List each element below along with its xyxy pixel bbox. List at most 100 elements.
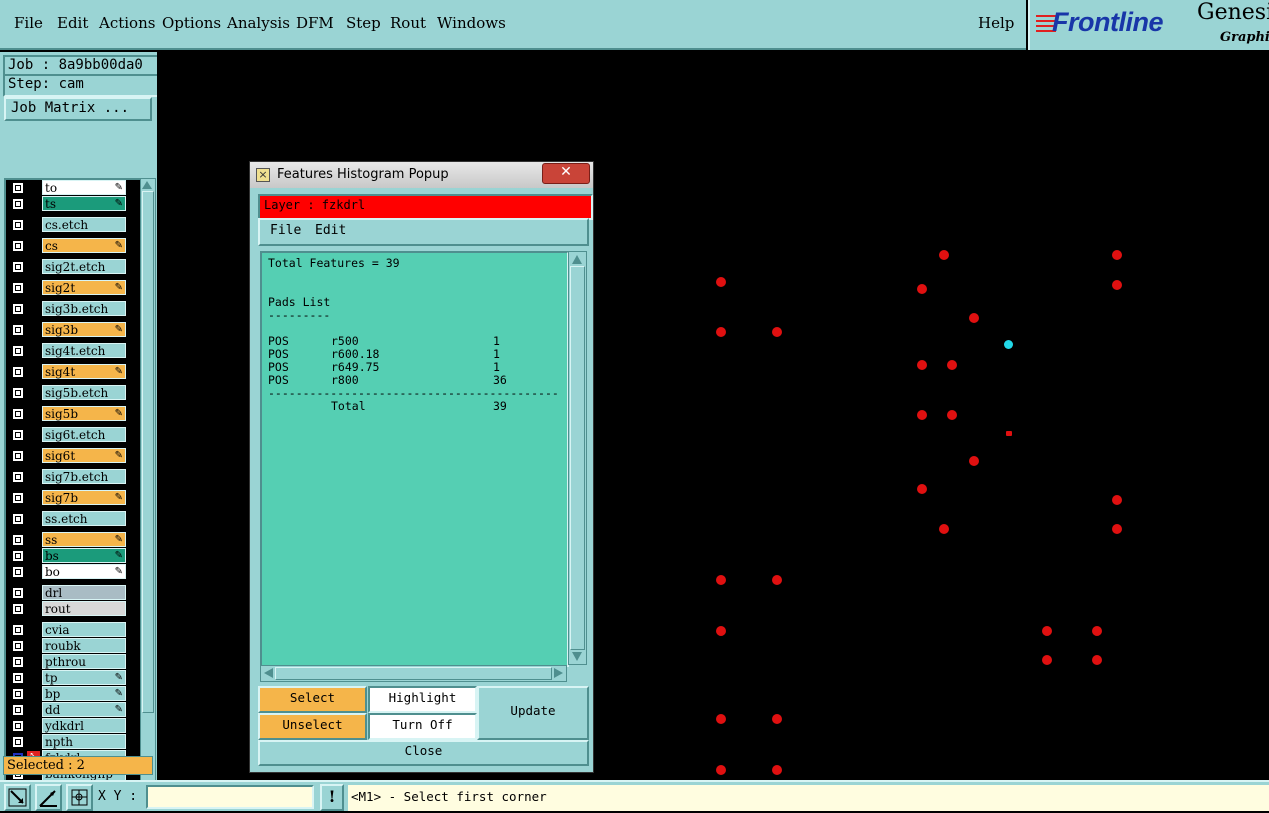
layer-checkbox[interactable] bbox=[12, 387, 24, 399]
layer-checkbox[interactable] bbox=[12, 366, 24, 378]
zoom-window-icon[interactable] bbox=[4, 784, 31, 811]
layer-name[interactable]: sig6t ✎ bbox=[42, 448, 126, 463]
layer-name[interactable]: pthrou bbox=[42, 654, 126, 669]
layer-checkbox[interactable] bbox=[12, 603, 24, 615]
layer-row[interactable]: roubk bbox=[8, 638, 128, 653]
layer-row[interactable]: cvia bbox=[8, 622, 128, 637]
drill-pad[interactable] bbox=[1006, 431, 1012, 436]
layer-row[interactable]: sig4t.etch bbox=[8, 343, 128, 358]
layer-name[interactable]: sig5b.etch bbox=[42, 385, 126, 400]
drill-pad[interactable] bbox=[716, 626, 726, 636]
drill-pad[interactable] bbox=[917, 484, 927, 494]
drill-pad[interactable] bbox=[917, 284, 927, 294]
layer-checkbox[interactable] bbox=[12, 324, 24, 336]
layer-row[interactable]: bs ✎ bbox=[8, 548, 128, 563]
layer-checkbox[interactable] bbox=[12, 408, 24, 420]
layer-checkbox[interactable] bbox=[12, 261, 24, 273]
layer-checkbox[interactable] bbox=[12, 736, 24, 748]
close-button[interactable]: Close bbox=[258, 740, 589, 766]
layer-row[interactable]: ydkdrl bbox=[8, 718, 128, 733]
layer-checkbox[interactable] bbox=[12, 429, 24, 441]
layer-row[interactable]: rout bbox=[8, 601, 128, 616]
layer-checkbox[interactable] bbox=[12, 587, 24, 599]
menu-file[interactable]: File bbox=[14, 14, 43, 32]
layer-name[interactable]: sig7b.etch bbox=[42, 469, 126, 484]
drill-pad[interactable] bbox=[917, 410, 927, 420]
layer-row[interactable]: sig2t ✎ bbox=[8, 280, 128, 295]
drill-pad[interactable] bbox=[1042, 655, 1052, 665]
layer-row[interactable]: to ✎ bbox=[8, 180, 128, 195]
layer-checkbox[interactable] bbox=[12, 282, 24, 294]
menu-actions[interactable]: Actions bbox=[99, 14, 155, 32]
drill-pad[interactable] bbox=[969, 456, 979, 466]
layer-checkbox[interactable] bbox=[12, 240, 24, 252]
popup-menu-file[interactable]: File bbox=[270, 223, 301, 238]
close-icon[interactable]: ✕ bbox=[542, 163, 590, 184]
popup-menu-edit[interactable]: Edit bbox=[315, 223, 346, 238]
layer-checkbox[interactable] bbox=[12, 672, 24, 684]
layer-name[interactable]: roubk bbox=[42, 638, 126, 653]
layer-row[interactable]: sig6t ✎ bbox=[8, 448, 128, 463]
layer-name[interactable]: sig3b.etch bbox=[42, 301, 126, 316]
drill-pad[interactable] bbox=[716, 765, 726, 775]
popup-titlebar[interactable]: × Features Histogram Popup ✕ bbox=[250, 162, 593, 188]
layer-checkbox[interactable] bbox=[12, 450, 24, 462]
layer-name[interactable]: ts ✎ bbox=[42, 196, 126, 211]
layer-row[interactable]: bp ✎ bbox=[8, 686, 128, 701]
layer-row[interactable]: sig5b.etch bbox=[8, 385, 128, 400]
menu-analysis[interactable]: Analysis bbox=[227, 14, 290, 32]
drill-pad[interactable] bbox=[716, 277, 726, 287]
layer-name[interactable]: sig5b ✎ bbox=[42, 406, 126, 421]
drill-pad[interactable] bbox=[917, 360, 927, 370]
layer-row[interactable]: sig6t.etch bbox=[8, 427, 128, 442]
drill-pad[interactable] bbox=[1092, 626, 1102, 636]
layer-name[interactable]: sig3b ✎ bbox=[42, 322, 126, 337]
layer-name[interactable]: sig2t ✎ bbox=[42, 280, 126, 295]
drill-pad[interactable] bbox=[716, 575, 726, 585]
layer-row[interactable]: drl bbox=[8, 585, 128, 600]
layer-name[interactable]: sig4t ✎ bbox=[42, 364, 126, 379]
layer-name[interactable]: cs.etch bbox=[42, 217, 126, 232]
drill-pad[interactable] bbox=[1042, 626, 1052, 636]
layer-row[interactable]: pthrou bbox=[8, 654, 128, 669]
drill-pad[interactable] bbox=[772, 575, 782, 585]
snap-grid-icon[interactable] bbox=[66, 784, 93, 811]
layer-row[interactable]: sig3b ✎ bbox=[8, 322, 128, 337]
layer-checkbox[interactable] bbox=[12, 624, 24, 636]
layer-name[interactable]: npth bbox=[42, 734, 126, 749]
layer-row[interactable]: sig4t ✎ bbox=[8, 364, 128, 379]
layer-row[interactable]: cs.etch bbox=[8, 217, 128, 232]
layer-checkbox[interactable] bbox=[12, 513, 24, 525]
layer-checkbox[interactable] bbox=[12, 566, 24, 578]
layer-row[interactable]: sig2t.etch bbox=[8, 259, 128, 274]
alert-icon[interactable]: ! bbox=[320, 784, 344, 811]
layer-name[interactable]: sig2t.etch bbox=[42, 259, 126, 274]
menu-help[interactable]: Help bbox=[978, 14, 1014, 32]
layer-name[interactable]: cs ✎ bbox=[42, 238, 126, 253]
drill-pad[interactable] bbox=[716, 714, 726, 724]
unselect-button[interactable]: Unselect bbox=[258, 713, 367, 740]
scroll-down-icon[interactable] bbox=[572, 652, 582, 661]
menu-edit[interactable]: Edit bbox=[57, 14, 88, 32]
highlight-button[interactable]: Highlight bbox=[368, 686, 477, 713]
layer-row[interactable]: ss.etch bbox=[8, 511, 128, 526]
drill-pad[interactable] bbox=[969, 313, 979, 323]
layer-name[interactable]: sig4t.etch bbox=[42, 343, 126, 358]
layer-name[interactable]: to ✎ bbox=[42, 180, 126, 195]
scroll-thumb[interactable] bbox=[275, 667, 552, 680]
select-button[interactable]: Select bbox=[258, 686, 367, 713]
layer-checkbox[interactable] bbox=[12, 492, 24, 504]
layer-name[interactable]: sig6t.etch bbox=[42, 427, 126, 442]
layer-name[interactable]: ss ✎ bbox=[42, 532, 126, 547]
layer-name[interactable]: sig7b ✎ bbox=[42, 490, 126, 505]
layer-checkbox[interactable] bbox=[12, 656, 24, 668]
layer-checkbox[interactable] bbox=[12, 303, 24, 315]
menu-step[interactable]: Step bbox=[346, 14, 381, 32]
turn-off-button[interactable]: Turn Off bbox=[368, 713, 477, 740]
menu-rout[interactable]: Rout bbox=[390, 14, 426, 32]
drill-pad[interactable] bbox=[1112, 250, 1122, 260]
job-matrix-button[interactable]: Job Matrix ... bbox=[4, 97, 152, 121]
xy-input[interactable] bbox=[146, 785, 314, 809]
drill-pad[interactable] bbox=[1112, 495, 1122, 505]
layer-name[interactable]: bo ✎ bbox=[42, 564, 126, 579]
